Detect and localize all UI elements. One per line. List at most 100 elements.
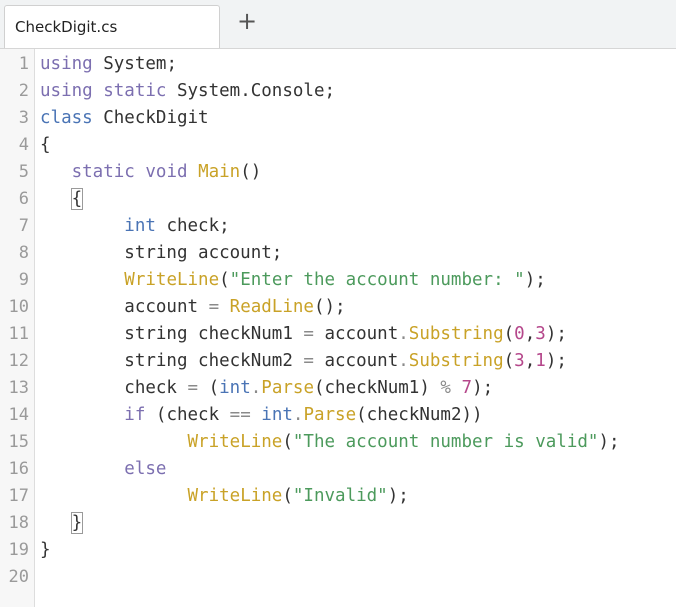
code-line[interactable]: else — [40, 456, 166, 483]
code-token: = — [303, 324, 314, 344]
code-token: == — [229, 405, 251, 425]
code-token: Main — [198, 162, 241, 182]
line-number: 8 — [18, 243, 29, 263]
line-number: 2 — [18, 81, 29, 101]
line-number: 15 — [8, 432, 29, 452]
code-line[interactable]: check = (int.Parse(checkNum1) % 7); — [40, 375, 493, 402]
line-number: 3 — [18, 108, 29, 128]
line-number: 13 — [8, 378, 29, 398]
tab-label: CheckDigit.cs — [15, 18, 118, 36]
code-token: } — [40, 540, 51, 560]
line-number: 14 — [8, 405, 29, 425]
code-token: ); — [545, 351, 567, 371]
code-line[interactable]: using static System.Console; — [40, 78, 335, 105]
code-token: using — [40, 81, 93, 101]
code-token: = — [208, 297, 220, 317]
code-token: % — [440, 378, 451, 398]
code-line[interactable]: if (check == int.Parse(checkNum2)) — [40, 402, 482, 429]
line-number: 17 — [8, 486, 29, 506]
code-token: Substring — [408, 324, 504, 344]
code-token: () — [240, 162, 262, 182]
code-token: System; — [92, 54, 177, 74]
code-token: ( — [503, 324, 515, 344]
code-token: . — [292, 405, 304, 425]
code-token: ( — [282, 432, 293, 452]
code-line[interactable]: string checkNum1 = account.Substring(0,3… — [40, 321, 567, 348]
code-token: account — [313, 351, 399, 371]
tab-checkdigit-cs[interactable]: CheckDigit.cs — [4, 5, 220, 48]
code-line[interactable]: string account; — [40, 240, 282, 267]
code-token: class — [40, 108, 93, 128]
code-token: string account; — [40, 243, 283, 263]
code-line[interactable]: { — [40, 186, 84, 213]
code-line[interactable]: } — [40, 510, 84, 537]
code-line[interactable]: static void Main() — [40, 159, 262, 186]
code-token: int — [124, 216, 156, 236]
line-number-gutter: 1 2 3 4 5 6 7 8 9 10 11 12 13 14 15 16 17 18 19 20 — [0, 49, 35, 607]
line-number: 20 — [8, 567, 29, 587]
line-number: 9 — [18, 270, 29, 290]
tab-bar: CheckDigit.cs + — [0, 0, 676, 49]
code-token: "The account number is valid" — [292, 432, 599, 452]
code-token: = — [187, 378, 199, 398]
code-token: ); — [524, 270, 546, 290]
code-token: static — [103, 81, 167, 101]
code-token: "Enter the account number: " — [229, 270, 525, 290]
code-editor[interactable]: 1 2 3 4 5 6 7 8 9 10 11 12 13 14 15 16 17 18 19 20 using Sy… — [0, 49, 676, 607]
code-token: account — [40, 297, 209, 317]
code-token: CheckDigit — [92, 108, 209, 128]
line-number: 12 — [8, 351, 29, 371]
code-line[interactable]: int check; — [40, 213, 229, 240]
code-token: ( — [503, 351, 515, 371]
add-tab-icon[interactable]: + — [234, 8, 260, 34]
code-token: ); — [472, 378, 494, 398]
code-line[interactable]: { — [40, 132, 51, 159]
code-token: 0 — [514, 324, 525, 344]
code-line[interactable]: WriteLine("The account number is valid")… — [40, 429, 620, 456]
code-token: = — [303, 351, 314, 371]
code-token: { — [40, 135, 51, 155]
code-token: string checkNum1 — [40, 324, 304, 344]
code-token: , — [524, 324, 536, 344]
code-token: using — [40, 54, 93, 74]
code-line[interactable]: WriteLine("Enter the account number: "); — [40, 267, 546, 294]
code-token: int — [219, 378, 251, 398]
code-token: check — [40, 378, 188, 398]
code-token: ( — [282, 486, 293, 506]
code-line[interactable]: } — [40, 537, 51, 564]
code-line[interactable]: using System; — [40, 51, 177, 78]
code-token: Substring — [408, 351, 504, 371]
line-number: 11 — [8, 324, 29, 344]
code-token: 3 — [514, 351, 525, 371]
code-token: string checkNum2 — [40, 351, 304, 371]
code-line[interactable]: account = ReadLine(); — [40, 294, 345, 321]
line-number: 4 — [18, 135, 29, 155]
code-token: ( — [219, 270, 230, 290]
code-token: 3 — [535, 324, 546, 344]
code-token: static — [71, 162, 135, 182]
code-token: ReadLine — [229, 297, 314, 317]
code-token: } — [70, 512, 84, 534]
code-line[interactable]: WriteLine("Invalid"); — [40, 483, 409, 510]
code-token: account — [313, 324, 399, 344]
code-token: 1 — [535, 351, 546, 371]
code-line[interactable]: class CheckDigit — [40, 105, 209, 132]
code-token: ); — [598, 432, 620, 452]
line-number: 6 — [18, 189, 29, 209]
code-token: WriteLine — [187, 432, 283, 452]
line-number: 1 — [18, 54, 29, 74]
code-line[interactable]: string checkNum2 = account.Substring(3,1… — [40, 348, 567, 375]
line-number: 10 — [8, 297, 29, 317]
code-token: (check — [145, 405, 230, 425]
